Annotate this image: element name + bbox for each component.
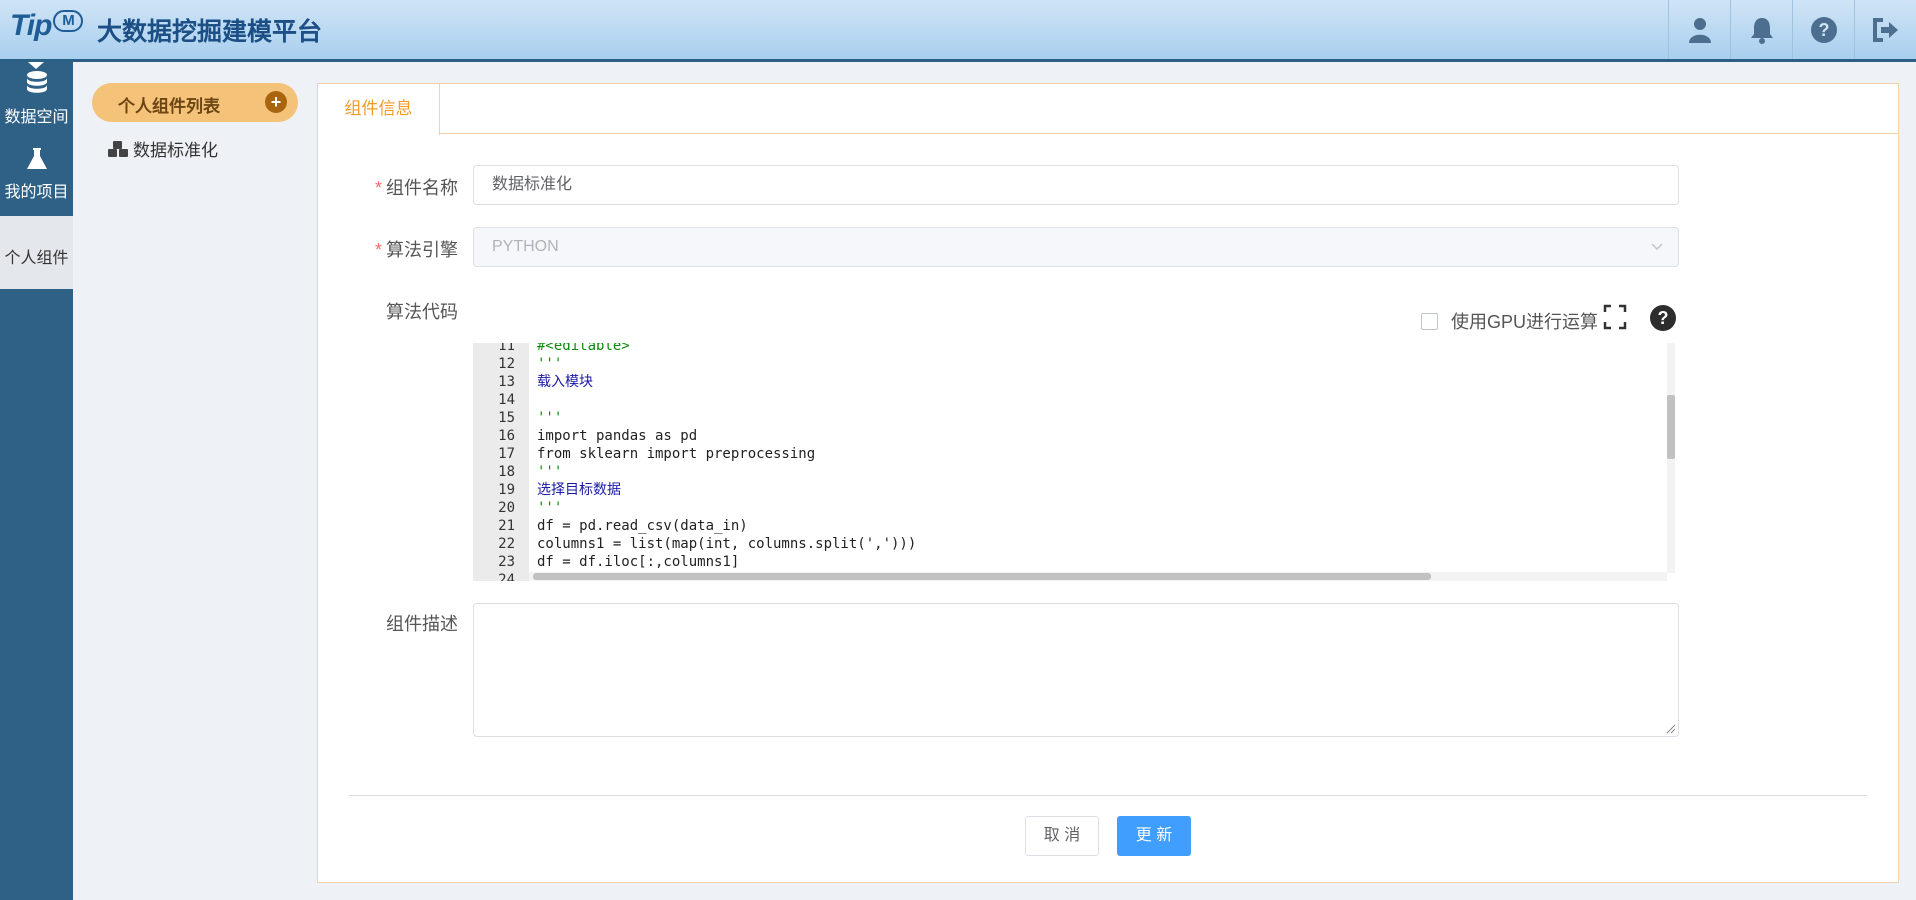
top-header: Tip M 大数据挖掘建模平台 ?	[0, 0, 1916, 62]
cancel-button[interactable]: 取 消	[1025, 816, 1099, 856]
code-editor[interactable]: 11 #<editable> 12 ''' 13 载入模块 14 15 ''' 16 import …	[473, 343, 1679, 581]
nav-item-label: 我的项目	[4, 184, 69, 201]
logout-icon[interactable]	[1854, 0, 1916, 59]
resize-grip-icon[interactable]	[1666, 724, 1676, 734]
description-textarea[interactable]	[473, 603, 1679, 737]
code-content[interactable]: 11 #<editable> 12 ''' 13 载入模块 14 15 ''' 16 import …	[473, 343, 1663, 581]
nav-item-label: 个人组件	[4, 250, 69, 267]
line-number: 15	[498, 410, 515, 426]
update-button[interactable]: 更 新	[1117, 816, 1191, 856]
code-text: '''	[537, 356, 563, 372]
app-title: 大数据挖掘建模平台	[97, 18, 323, 46]
horizontal-scroll-thumb[interactable]	[533, 573, 1431, 580]
code-text: '''	[537, 464, 563, 480]
code-text: #<editable>	[537, 343, 630, 354]
fullscreen-icon[interactable]	[1603, 304, 1627, 330]
component-item[interactable]: 数据标准化	[107, 136, 218, 161]
line-number: 16	[498, 428, 515, 444]
line-number: 22	[498, 536, 515, 552]
nav-caret-icon	[28, 62, 44, 69]
code-text: df = df.iloc[:,columns1]	[537, 554, 740, 570]
component-item-label: 数据标准化	[133, 141, 218, 160]
code-text: 载入模块	[537, 374, 593, 390]
user-icon[interactable]	[1668, 0, 1730, 59]
code-line: 14	[473, 391, 1663, 409]
name-label: * 组件名称	[318, 174, 458, 200]
code-line: 16 import pandas as pd	[473, 427, 1663, 445]
code-line: 17 from sklearn import preprocessing	[473, 445, 1663, 463]
engine-select-value: PYTHON	[492, 238, 559, 255]
code-line: 12 '''	[473, 355, 1663, 373]
code-text: import pandas as pd	[537, 428, 698, 444]
header-actions: ?	[1668, 0, 1916, 59]
nav-item-data-space[interactable]: 数据空间	[0, 62, 73, 139]
database-icon	[26, 71, 47, 93]
bell-icon[interactable]	[1730, 0, 1792, 59]
gpu-label: 使用GPU进行运算	[1451, 312, 1599, 332]
name-label-text: 组件名称	[386, 178, 458, 198]
gpu-checkbox[interactable]	[1421, 312, 1438, 330]
code-line: 15 '''	[473, 409, 1663, 427]
line-number: 17	[498, 446, 515, 462]
line-number: 23	[498, 554, 515, 570]
component-info-card: 组件信息 * 组件名称 数据标准化 * 算法引擎 PYTHON 算法代码 使用GPU…	[317, 83, 1899, 883]
code-text: '''	[537, 410, 563, 426]
code-line: 22 columns1 = list(map(int, columns.split…	[473, 535, 1663, 553]
logo-text: Tip	[10, 9, 52, 42]
code-text: df = pd.read_csv(data_in)	[537, 518, 748, 534]
svg-text:?: ?	[1818, 20, 1829, 40]
help-icon[interactable]: ?	[1650, 305, 1676, 331]
nav-item-label: 数据空间	[4, 109, 69, 126]
line-number: 12	[498, 356, 515, 372]
engine-select[interactable]: PYTHON	[473, 227, 1679, 267]
code-text: from sklearn import preprocessing	[537, 446, 816, 462]
chevron-down-icon	[1651, 243, 1663, 251]
code-line: 20 '''	[473, 499, 1663, 517]
add-component-icon[interactable]: +	[265, 91, 287, 113]
component-list-label: 个人组件列表	[118, 97, 220, 116]
footer-divider	[349, 795, 1867, 796]
component-panel: 个人组件列表 + 数据标准化	[73, 62, 308, 900]
line-number: 20	[498, 500, 515, 516]
flask-icon	[26, 148, 47, 169]
code-line: 23 df = df.iloc[:,columns1]	[473, 553, 1663, 571]
vertical-scroll-thumb[interactable]	[1667, 395, 1675, 459]
line-number: 14	[498, 392, 515, 408]
line-number: 11	[498, 343, 515, 354]
code-label: 算法代码	[386, 302, 458, 322]
line-number: 19	[498, 482, 515, 498]
code-line: 19 选择目标数据	[473, 481, 1663, 499]
code-text: '''	[537, 500, 563, 516]
tab-component-info[interactable]: 组件信息	[318, 84, 440, 135]
code-line: 11 #<editable>	[473, 343, 1663, 355]
line-number: 24	[498, 572, 515, 581]
component-list-button[interactable]: 个人组件列表 +	[92, 83, 298, 122]
line-number: 21	[498, 518, 515, 534]
gpu-option: 使用GPU进行运算	[1421, 308, 1598, 334]
code-text: columns1 = list(map(int, columns.split('…	[537, 536, 917, 552]
code-line: 21 df = pd.read_csv(data_in)	[473, 517, 1663, 535]
cubes-icon	[108, 140, 128, 157]
line-number: 18	[498, 464, 515, 480]
help-icon[interactable]: ?	[1792, 0, 1854, 59]
component-name-input[interactable]: 数据标准化	[473, 165, 1679, 205]
code-text: 选择目标数据	[537, 482, 621, 498]
line-number: 13	[498, 374, 515, 390]
left-nav: 数据空间 我的项目 个人组件	[0, 62, 73, 900]
nav-item-my-projects[interactable]: 我的项目	[0, 139, 73, 216]
app-logo: Tip M	[10, 9, 84, 43]
nav-item-personal-components[interactable]: 个人组件	[0, 216, 73, 289]
required-mark: *	[374, 178, 382, 198]
engine-label-text: 算法引擎	[386, 240, 458, 260]
logo-badge: M	[53, 10, 84, 32]
tab-bar: 组件信息	[318, 84, 1898, 135]
engine-label: * 算法引擎	[318, 236, 458, 262]
required-mark: *	[374, 240, 382, 260]
code-line: 18 '''	[473, 463, 1663, 481]
desc-label: 组件描述	[386, 614, 458, 634]
code-line: 13 载入模块	[473, 373, 1663, 391]
